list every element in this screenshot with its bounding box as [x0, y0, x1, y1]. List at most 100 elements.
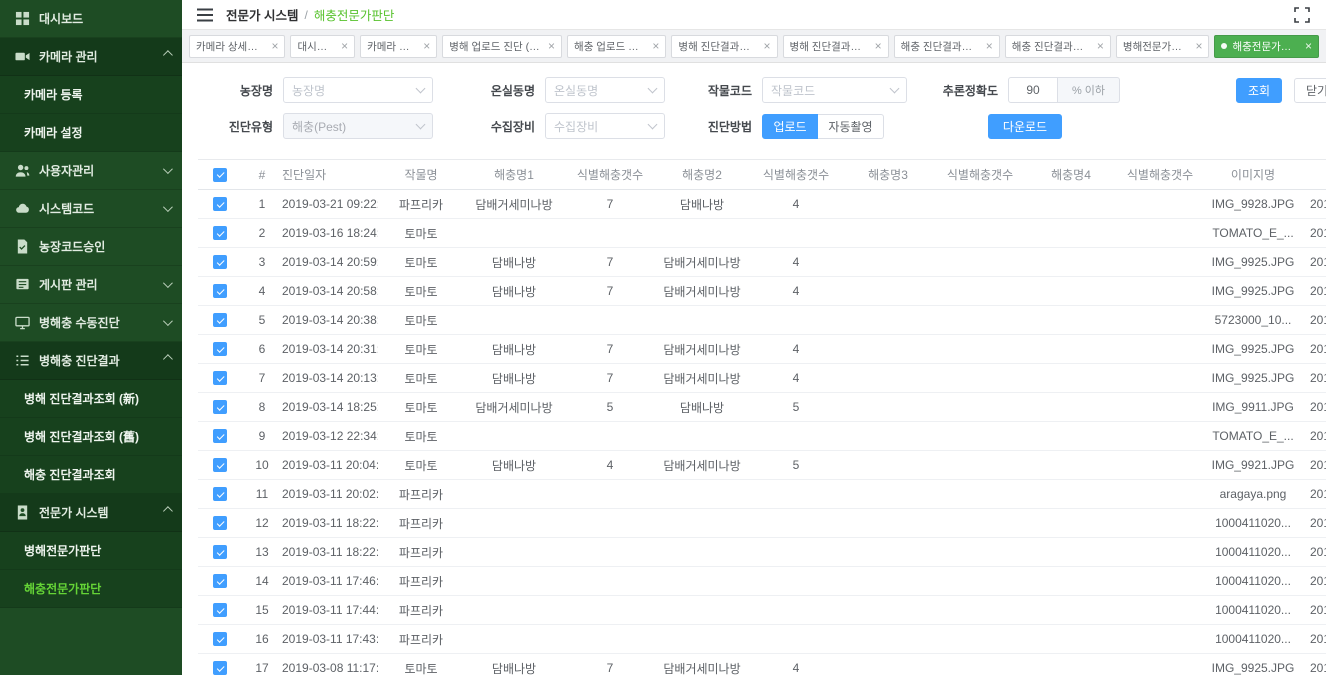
farm-name-select[interactable]: 농장명 [283, 77, 433, 103]
row-checkbox[interactable] [213, 371, 227, 385]
row-checkbox-cell [198, 654, 242, 675]
sidebar-subitem[interactable]: 카메라 설정 [0, 114, 182, 152]
tab-close-icon[interactable]: × [423, 40, 430, 52]
tab-item[interactable]: 병해전문가판단× [1116, 35, 1210, 58]
tab-item[interactable]: 카메라 상세설정× [189, 35, 285, 58]
tab-item[interactable]: 대시보드× [290, 35, 355, 58]
row-checkbox[interactable] [213, 458, 227, 472]
sidebar-group: 전문가 시스템병해전문가판단해충전문가판단 [0, 494, 182, 608]
auto-capture-method-button[interactable]: 자동촬영 [818, 114, 884, 139]
table-row[interactable]: 72019-03-14 20:13:53토마토담배나방7담배거세미나방4IMG_… [198, 364, 1326, 393]
cell [656, 219, 748, 248]
table-row[interactable]: 172019-03-08 11:17:59토마토담배나방7담배거세미나방4IMG… [198, 654, 1326, 675]
sidebar-item-system-code[interactable]: 시스템코드 [0, 190, 182, 228]
sidebar-subitem[interactable]: 카메라 등록 [0, 76, 182, 114]
sidebar-subitem-label: 해충전문가판단 [24, 580, 101, 597]
crop-code-select[interactable]: 작물코드 [762, 77, 907, 103]
table-row[interactable]: 22019-03-16 18:24:43토마토TOMATO_E_...2019 [198, 219, 1326, 248]
cell: 9 [242, 422, 282, 451]
table-row[interactable]: 152019-03-11 17:44:33파프리카1000411020...20… [198, 596, 1326, 625]
sidebar-item-dashboard[interactable]: 대시보드 [0, 0, 182, 38]
tab-close-icon[interactable]: × [341, 40, 348, 52]
greenhouse-select[interactable]: 온실동명 [545, 77, 665, 103]
row-checkbox[interactable] [213, 226, 227, 240]
cell: 담배거세미나방 [656, 248, 748, 277]
cell: 2019-03-14 18:25:32 [282, 393, 378, 422]
tab-close-icon[interactable]: × [986, 40, 993, 52]
row-checkbox-cell [198, 596, 242, 625]
table-row[interactable]: 82019-03-14 18:25:32토마토담배거세미나방5담배나방5IMG_… [198, 393, 1326, 422]
download-button[interactable]: 다운로드 [988, 114, 1062, 139]
table-row[interactable]: 42019-03-14 20:58:46토마토담배나방7담배거세미나방4IMG_… [198, 277, 1326, 306]
row-checkbox[interactable] [213, 429, 227, 443]
tab-item[interactable]: 해충 진단결과조회× [894, 35, 1000, 58]
row-checkbox[interactable] [213, 197, 227, 211]
sidebar-item-monitor[interactable]: 병해충 수동진단 [0, 304, 182, 342]
tab-item[interactable]: 해충 진단결과상세× [1005, 35, 1111, 58]
tab-close-icon[interactable]: × [875, 40, 882, 52]
cell [844, 480, 932, 509]
tab-close-icon[interactable]: × [764, 40, 771, 52]
cell: 2019-03-11 17:46:58 [282, 567, 378, 596]
row-checkbox[interactable] [213, 313, 227, 327]
row-checkbox[interactable] [213, 487, 227, 501]
table-row[interactable]: 32019-03-14 20:59:38토마토담배나방7담배거세미나방4IMG_… [198, 248, 1326, 277]
tab-close-icon[interactable]: × [652, 40, 659, 52]
search-button[interactable]: 조회 [1236, 78, 1282, 103]
row-checkbox[interactable] [213, 661, 227, 675]
sidebar-item-farm-approval[interactable]: 농장코드승인 [0, 228, 182, 266]
tab-item[interactable]: 병해 진단결과조회× [671, 35, 777, 58]
cell [844, 625, 932, 654]
tab-item-active[interactable]: 해충전문가판단× [1214, 35, 1319, 58]
cell [844, 335, 932, 364]
row-checkbox[interactable] [213, 516, 227, 530]
row-checkbox[interactable] [213, 255, 227, 269]
sidebar-item-expert-system[interactable]: 전문가 시스템 [0, 494, 182, 532]
cell: 2019-03-11 20:02:41 [282, 480, 378, 509]
table-row[interactable]: 52019-03-14 20:38:56토마토5723000_10...2019 [198, 306, 1326, 335]
cell: 토마토 [378, 277, 464, 306]
close-button[interactable]: 닫기 [1294, 78, 1326, 103]
sidebar-subitem[interactable]: 해충전문가판단 [0, 570, 182, 608]
table-row[interactable]: 112019-03-11 20:02:41파프리카aragaya.png2019 [198, 480, 1326, 509]
table-row[interactable]: 102019-03-11 20:04:40토마토담배나방4담배거세미나방5IMG… [198, 451, 1326, 480]
table-row[interactable]: 92019-03-12 22:34:44토마토TOMATO_E_...2019 [198, 422, 1326, 451]
tab-close-icon[interactable]: × [1305, 40, 1312, 52]
sidebar-item-camera[interactable]: 카메라 관리 [0, 38, 182, 76]
table-row[interactable]: 62019-03-14 20:31:03토마토담배나방7담배거세미나방4IMG_… [198, 335, 1326, 364]
row-checkbox[interactable] [213, 284, 227, 298]
tab-close-icon[interactable]: × [548, 40, 555, 52]
table-row[interactable]: 122019-03-11 18:22:20파프리카1000411020...20… [198, 509, 1326, 538]
table-row[interactable]: 132019-03-11 18:22:03파프리카1000411020...20… [198, 538, 1326, 567]
equipment-select[interactable]: 수집장비 [545, 113, 665, 139]
upload-method-button[interactable]: 업로드 [762, 114, 818, 139]
table-row[interactable]: 142019-03-11 17:46:58파프리카1000411020...20… [198, 567, 1326, 596]
row-checkbox[interactable] [213, 400, 227, 414]
sidebar-item-users[interactable]: 사용자관리 [0, 152, 182, 190]
sidebar-subitem[interactable]: 해충 진단결과조회 [0, 456, 182, 494]
row-checkbox[interactable] [213, 574, 227, 588]
sidebar-subitem[interactable]: 병해 진단결과조회 (舊) [0, 418, 182, 456]
hamburger-menu-icon[interactable] [196, 7, 214, 23]
row-checkbox[interactable] [213, 632, 227, 646]
sidebar-subitem[interactable]: 병해전문가판단 [0, 532, 182, 570]
sidebar-item-board[interactable]: 게시판 관리 [0, 266, 182, 304]
tab-item[interactable]: 병해 업로드 진단 (新)× [442, 35, 562, 58]
row-checkbox[interactable] [213, 603, 227, 617]
sidebar-item-diagnosis-results[interactable]: 병해충 진단결과 [0, 342, 182, 380]
row-checkbox[interactable] [213, 342, 227, 356]
table-row[interactable]: 162019-03-11 17:43:34파프리카1000411020...20… [198, 625, 1326, 654]
table-row[interactable]: 12019-03-21 09:22:00파프리카담배거세미나방7담배나방4IMG… [198, 190, 1326, 219]
row-checkbox[interactable] [213, 545, 227, 559]
tab-item[interactable]: 해충 업로드 진단× [567, 35, 666, 58]
tab-close-icon[interactable]: × [1195, 40, 1202, 52]
tab-item[interactable]: 카메라 설정× [360, 35, 437, 58]
sidebar-subitem[interactable]: 병해 진단결과조회 (新) [0, 380, 182, 418]
cell: 5 [242, 306, 282, 335]
select-all-checkbox[interactable] [213, 168, 227, 182]
tab-item[interactable]: 병해 진단결과상세× [783, 35, 889, 58]
accuracy-input[interactable] [1008, 77, 1058, 103]
tab-close-icon[interactable]: × [1097, 40, 1104, 52]
tab-close-icon[interactable]: × [271, 40, 278, 52]
fullscreen-icon[interactable] [1294, 7, 1310, 23]
